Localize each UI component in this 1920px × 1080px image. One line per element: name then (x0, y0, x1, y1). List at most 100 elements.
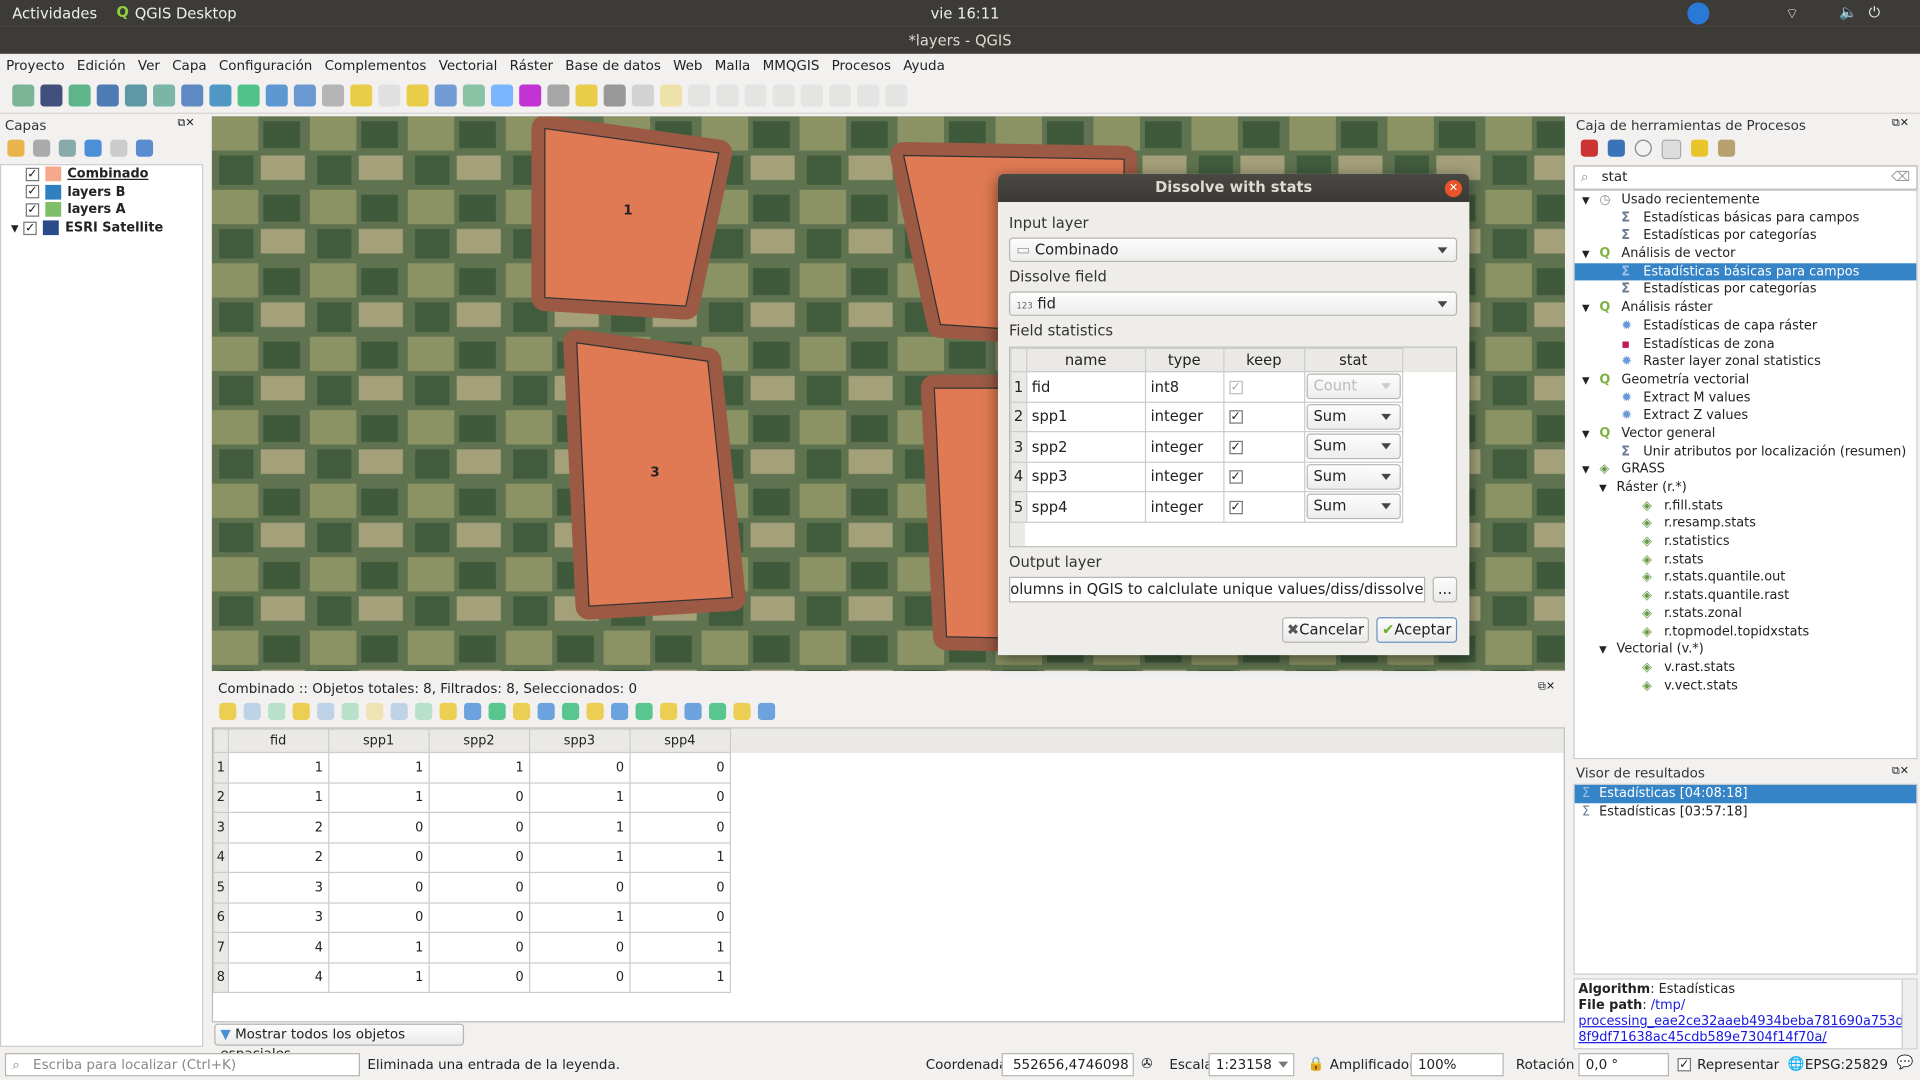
accept-button[interactable]: ✔Aceptar (1376, 617, 1458, 643)
layer-item[interactable]: ✓ layers B (1, 183, 202, 201)
tree-group[interactable]: ▼ Q Geometría vectorial (1575, 371, 1917, 389)
results-icon[interactable] (1661, 139, 1682, 160)
pan-to-selected-icon[interactable] (586, 702, 604, 721)
app-menu[interactable]: QGIS Desktop (135, 5, 237, 22)
reload-icon[interactable] (292, 702, 310, 721)
table-row[interactable]: 530000 (213, 871, 731, 904)
add-feature-icon[interactable] (317, 702, 335, 721)
clear-icon[interactable]: ⌫ (1891, 167, 1910, 188)
save-edits-icon[interactable] (716, 83, 739, 106)
expression-icon[interactable] (110, 139, 128, 157)
cell-spp4[interactable]: 0 (629, 871, 731, 904)
algorithm-item[interactable]: ◈ r.stats.zonal (1575, 605, 1917, 623)
cell-spp2[interactable]: 1 (428, 751, 530, 784)
algorithm-item[interactable]: ◈ r.stats.quantile.out (1575, 569, 1917, 587)
layer-item[interactable]: ✓ layers A (1, 201, 202, 219)
column-header-keep[interactable]: keep (1222, 347, 1305, 373)
tree-group[interactable]: ▼ Ráster (r.*) (1575, 479, 1917, 497)
keep-checkbox[interactable]: ✓ (1228, 470, 1243, 484)
row-number[interactable]: 2 (213, 781, 229, 814)
cell-fid[interactable]: 4 (227, 961, 330, 994)
close-icon[interactable]: ✕ (1444, 180, 1463, 198)
layer-visibility-checkbox[interactable]: ✓ (25, 167, 40, 181)
stat-combo[interactable]: Sum (1306, 463, 1401, 490)
wifi-icon[interactable]: ⌔ (1785, 5, 1799, 23)
rotation-spinbox[interactable]: 0,0 ° (1578, 1053, 1669, 1077)
multi-edit-icon[interactable] (243, 702, 261, 721)
python-icon[interactable] (1607, 139, 1625, 157)
row-number[interactable]: 1 (213, 751, 229, 784)
expand-icon[interactable] (135, 139, 154, 157)
tree-group[interactable]: ▼ Q Análisis ráster (1575, 299, 1917, 317)
cell-spp2[interactable]: 0 (428, 901, 530, 934)
expand-arrow-icon[interactable]: ▼ (11, 223, 19, 234)
filter-icon[interactable] (84, 139, 102, 157)
panel-float-close-icon[interactable]: ⧉✕ (178, 118, 195, 130)
add-feature-icon[interactable] (744, 83, 767, 106)
algorithm-item[interactable]: ✹ Extract Z values (1575, 407, 1917, 425)
row-number[interactable]: 5 (1010, 491, 1027, 523)
menu-procesos[interactable]: Procesos (825, 54, 897, 77)
map-tips-icon[interactable] (603, 83, 626, 106)
copy-icon[interactable] (390, 702, 408, 721)
stat-combo[interactable]: Sum (1306, 403, 1401, 430)
cell-spp1[interactable]: 1 (327, 781, 430, 814)
row-number[interactable]: 3 (1010, 431, 1027, 463)
column-header-fid[interactable]: fid (227, 728, 330, 754)
vertex-tool-icon[interactable] (772, 83, 795, 106)
add-wfs-icon[interactable] (265, 83, 288, 106)
add-postgis-icon[interactable] (181, 83, 204, 106)
cell-fid[interactable]: 3 (227, 901, 330, 934)
coordinate-field[interactable]: 552656,4746098 (1001, 1053, 1134, 1077)
pencil-edit-icon[interactable] (688, 83, 711, 106)
cancel-button[interactable]: ✖Cancelar (1282, 617, 1369, 643)
stat-combo[interactable]: Sum (1306, 493, 1401, 520)
tree-group[interactable]: ▼ Q Análisis de vector (1575, 245, 1917, 263)
cell-spp2[interactable]: 0 (428, 811, 530, 844)
field-type[interactable]: integer (1144, 431, 1225, 463)
options-icon[interactable] (1717, 139, 1736, 157)
clock[interactable]: vie 16:11 (931, 5, 1000, 22)
algorithm-item[interactable]: Σ Estadísticas básicas para campos (1575, 209, 1917, 227)
locator-input[interactable]: ⌕ Escriba para localizar (Ctrl+K) (4, 1053, 361, 1077)
cell-fid[interactable]: 2 (227, 811, 330, 844)
cell-fid[interactable]: 4 (227, 931, 330, 964)
cell-spp3[interactable]: 0 (528, 751, 631, 784)
cell-fid[interactable]: 1 (227, 751, 330, 784)
add-spatialite-icon[interactable] (124, 83, 147, 106)
delete-icon[interactable] (341, 702, 359, 721)
paste-icon[interactable] (885, 83, 908, 106)
table-row[interactable]: 420011 (213, 841, 731, 874)
power-icon[interactable]: ⏻ (1869, 4, 1881, 22)
field-name[interactable]: fid (1025, 371, 1146, 403)
table-row[interactable]: 320010 (213, 811, 731, 844)
column-header-spp4[interactable]: spp4 (629, 728, 731, 754)
cell-spp4[interactable]: 1 (629, 961, 731, 994)
toggle-editing-icon[interactable] (219, 702, 237, 721)
tree-group[interactable]: ▼ Vectorial (v.*) (1575, 641, 1917, 659)
processing-toolbox-icon[interactable] (519, 83, 542, 106)
file-path-link[interactable]: /tmp/ (1651, 998, 1685, 1013)
expand-arrow-icon[interactable]: ▼ (1599, 644, 1607, 655)
expand-arrow-icon[interactable]: ▼ (1582, 303, 1590, 314)
magnifier-spinbox[interactable]: 100% (1410, 1053, 1504, 1077)
expand-arrow-icon[interactable]: ▼ (1582, 464, 1590, 475)
column-header-name[interactable]: name (1025, 347, 1146, 373)
field-name[interactable]: spp3 (1025, 461, 1146, 493)
layer-visibility-checkbox[interactable]: ✓ (23, 221, 37, 235)
identify-icon[interactable] (322, 83, 345, 106)
cell-spp2[interactable]: 0 (428, 871, 530, 904)
toggle-editing-icon[interactable] (660, 83, 683, 106)
result-item[interactable]: Σ Estadísticas [03:57:18] (1575, 803, 1917, 821)
text-annotation-icon[interactable] (631, 83, 654, 106)
cell-spp1[interactable]: 0 (327, 841, 430, 874)
cell-spp1[interactable]: 0 (327, 871, 430, 904)
style-icon[interactable] (7, 139, 25, 157)
algorithm-item[interactable]: Σ Unir atributos por localización (resume… (1575, 443, 1917, 461)
table-row[interactable]: 111100 (213, 751, 731, 784)
volume-icon[interactable]: 🔈 (1839, 4, 1857, 21)
algorithm-item[interactable]: Σ Estadísticas por categorías (1575, 227, 1917, 245)
window-controls[interactable] (1859, 33, 1915, 48)
cell-spp3[interactable]: 1 (528, 811, 631, 844)
field-name[interactable]: spp1 (1025, 401, 1146, 433)
